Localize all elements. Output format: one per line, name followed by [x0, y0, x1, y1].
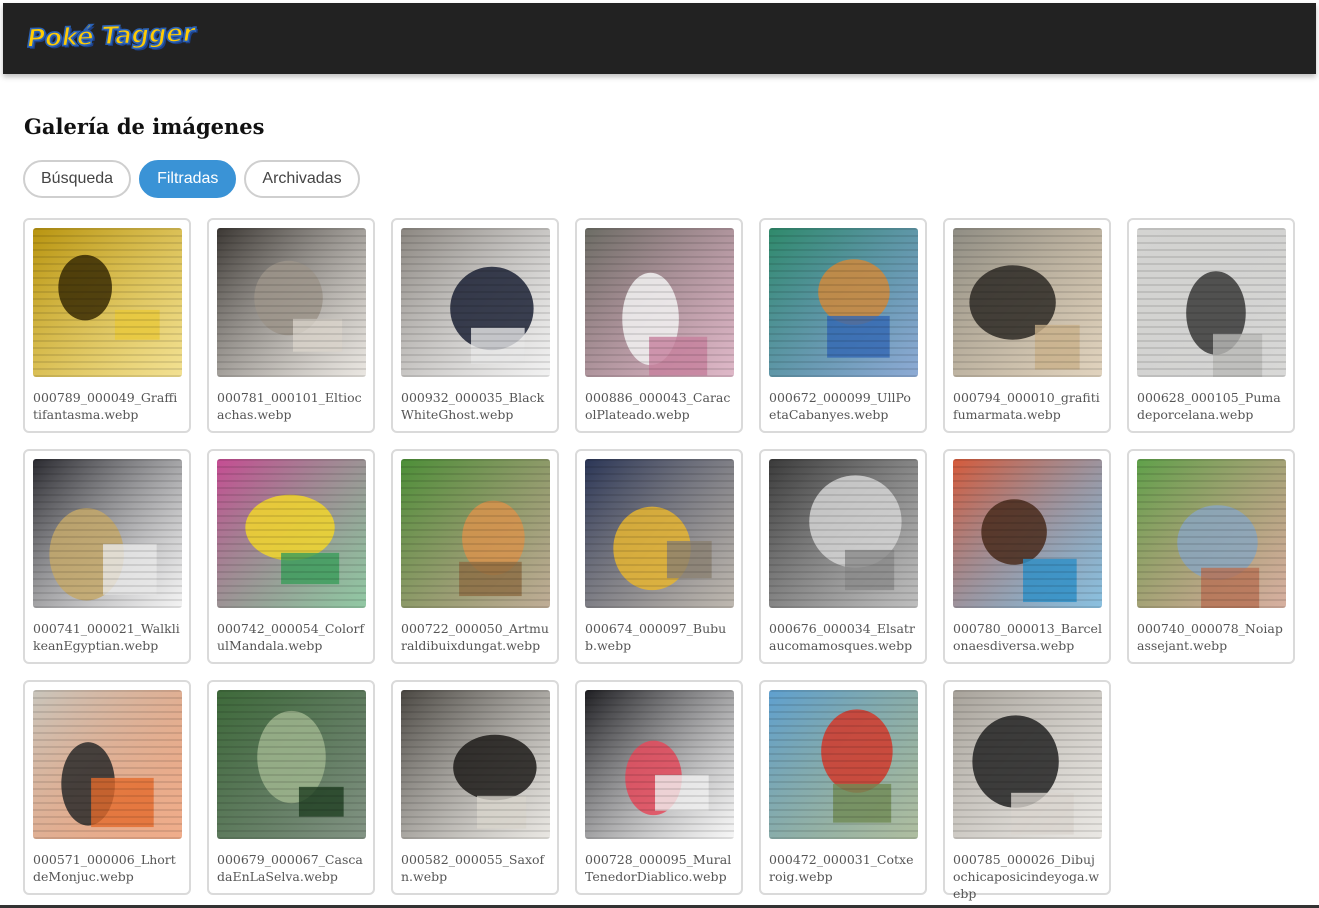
gallery-tabs: Búsqueda Filtradas Archivadas: [23, 160, 360, 198]
gallery-card[interactable]: 000676_000034_Elsatraucomamosques.webp: [759, 449, 927, 664]
gallery-card[interactable]: 000740_000078_Noiapassejant.webp: [1127, 449, 1295, 664]
gallery-thumbnail-image[interactable]: [217, 228, 366, 377]
gallery-card-filename: 000781_000101_Eltiocachas.webp: [217, 390, 362, 422]
gallery-card[interactable]: 000472_000031_Cotxeroig.webp: [759, 680, 927, 895]
gallery-card[interactable]: 000794_000010_grafitifumarmata.webp: [943, 218, 1111, 433]
gallery-card[interactable]: 000672_000099_UllPoetaCabanyes.webp: [759, 218, 927, 433]
gallery-card[interactable]: 000674_000097_Bubub.webp: [575, 449, 743, 664]
gallery-thumbnail-image[interactable]: [1137, 228, 1286, 377]
gallery-thumbnail-image[interactable]: [401, 690, 550, 839]
gallery-card[interactable]: 000722_000050_Artmuraldibuixdungat.webp: [391, 449, 559, 664]
gallery-card-filename: 000780_000013_Barcelonaesdiversa.webp: [953, 621, 1102, 653]
gallery-thumbnail-image[interactable]: [769, 459, 918, 608]
gallery-thumbnail-image[interactable]: [585, 690, 734, 839]
app-logo[interactable]: Poké Tagger: [26, 17, 196, 53]
gallery-card-filename: 000722_000050_Artmuraldibuixdungat.webp: [401, 621, 549, 653]
gallery-card[interactable]: 000741_000021_WalklikeanEgyptian.webp: [23, 449, 191, 664]
gallery-thumbnail-image[interactable]: [401, 228, 550, 377]
gallery-thumbnail-image[interactable]: [401, 459, 550, 608]
gallery-card-filename: 000679_000067_CascadaEnLaSelva.webp: [217, 852, 363, 884]
gallery-card[interactable]: 000932_000035_BlackWhiteGhost.webp: [391, 218, 559, 433]
gallery-card-filename: 000794_000010_grafitifumarmata.webp: [953, 390, 1100, 422]
gallery-card-filename: 000789_000049_Graffitifantasma.webp: [33, 390, 178, 422]
gallery-thumbnail-image[interactable]: [1137, 459, 1286, 608]
gallery-card-filename: 000674_000097_Bubub.webp: [585, 621, 727, 653]
gallery-thumbnail-image[interactable]: [33, 690, 182, 839]
gallery-thumbnail-image[interactable]: [33, 459, 182, 608]
gallery-thumbnail-image[interactable]: [953, 459, 1102, 608]
gallery-thumbnail-image[interactable]: [585, 459, 734, 608]
gallery-thumbnail-image[interactable]: [769, 228, 918, 377]
gallery-thumbnail-image[interactable]: [33, 228, 182, 377]
gallery-card-filename: 000582_000055_Saxofn.webp: [401, 852, 545, 884]
gallery-card[interactable]: 000679_000067_CascadaEnLaSelva.webp: [207, 680, 375, 895]
gallery-thumbnail-image[interactable]: [769, 690, 918, 839]
gallery-card[interactable]: 000728_000095_MuralTenedorDiablico.webp: [575, 680, 743, 895]
tab-archivadas[interactable]: Archivadas: [244, 160, 360, 198]
gallery-card[interactable]: 000785_000026_Dibujochicaposicindeyoga.w…: [943, 680, 1111, 901]
top-navbar: Poké Tagger: [3, 3, 1316, 74]
gallery-card[interactable]: 000582_000055_Saxofn.webp: [391, 680, 559, 895]
gallery-card-filename: 000740_000078_Noiapassejant.webp: [1137, 621, 1283, 653]
gallery-card-filename: 000728_000095_MuralTenedorDiablico.webp: [585, 852, 732, 884]
gallery-card-filename: 000672_000099_UllPoetaCabanyes.webp: [769, 390, 911, 422]
gallery-card-filename: 000571_000006_LhortdeMonjuc.webp: [33, 852, 176, 884]
gallery-thumbnail-image[interactable]: [585, 228, 734, 377]
gallery-card-filename: 000886_000043_CaracolPlateado.webp: [585, 390, 731, 422]
gallery-card-filename: 000932_000035_BlackWhiteGhost.webp: [401, 390, 545, 422]
gallery-card[interactable]: 000780_000013_Barcelonaesdiversa.webp: [943, 449, 1111, 664]
gallery-thumbnail-image[interactable]: [953, 690, 1102, 839]
image-gallery-grid: 000789_000049_Graffitifantasma.webp 00078…: [23, 218, 1295, 901]
gallery-card[interactable]: 000742_000054_ColorfulMandala.webp: [207, 449, 375, 664]
gallery-card-filename: 000676_000034_Elsatraucomamosques.webp: [769, 621, 915, 653]
gallery-thumbnail-image[interactable]: [953, 228, 1102, 377]
gallery-card[interactable]: 000571_000006_LhortdeMonjuc.webp: [23, 680, 191, 895]
tab-busqueda[interactable]: Búsqueda: [23, 160, 132, 198]
gallery-card[interactable]: 000781_000101_Eltiocachas.webp: [207, 218, 375, 433]
gallery-card[interactable]: 000789_000049_Graffitifantasma.webp: [23, 218, 191, 433]
tab-filtradas[interactable]: Filtradas: [139, 160, 237, 198]
gallery-thumbnail-image[interactable]: [217, 459, 366, 608]
gallery-card[interactable]: 000886_000043_CaracolPlateado.webp: [575, 218, 743, 433]
gallery-card-filename: 000741_000021_WalklikeanEgyptian.webp: [33, 621, 180, 653]
gallery-card-filename: 000785_000026_Dibujochicaposicindeyoga.w…: [953, 852, 1100, 901]
gallery-card-filename: 000472_000031_Cotxeroig.webp: [769, 852, 914, 884]
page-title: Galería de imágenes: [24, 114, 265, 139]
gallery-card-filename: 000742_000054_ColorfulMandala.webp: [217, 621, 365, 653]
gallery-card[interactable]: 000628_000105_Pumadeporcelana.webp: [1127, 218, 1295, 433]
gallery-card-filename: 000628_000105_Pumadeporcelana.webp: [1137, 390, 1281, 422]
gallery-thumbnail-image[interactable]: [217, 690, 366, 839]
